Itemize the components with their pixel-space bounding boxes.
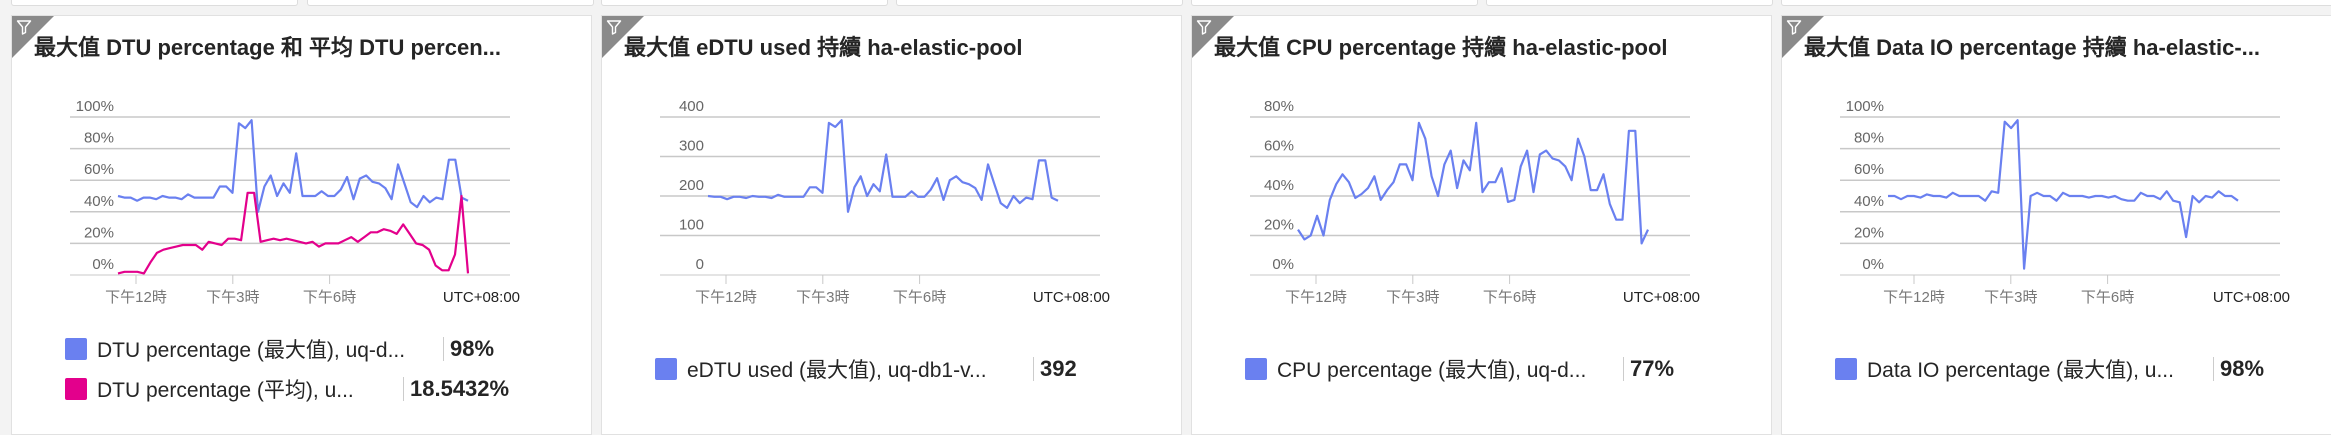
x-tick-label: 下午6時 (893, 289, 946, 306)
x-tick-label: 下午12時 (1883, 289, 1945, 306)
x-tick-label: 下午6時 (2081, 289, 2134, 306)
x-tick-label: 下午3時 (206, 289, 259, 306)
legend-divider (1623, 357, 1624, 381)
legend-item[interactable]: DTU percentage (平均), u... 18.5432% (65, 376, 509, 402)
series-line-0 (1297, 121, 1649, 245)
y-tick-label: 60% (1854, 161, 1884, 178)
legend-divider (443, 337, 444, 361)
x-tick-label: 下午6時 (303, 289, 356, 306)
y-tick-label: 40% (84, 193, 114, 210)
y-tick-label: 20% (1854, 224, 1884, 241)
legend-value: 98% (2220, 356, 2265, 381)
line-chart: 0 100 200 300 400 下午12時 下午3時 下午6時 UTC+08:00 (660, 98, 1110, 306)
timezone-label: UTC+08:00 (443, 289, 520, 306)
legend-item[interactable]: DTU percentage (最大值), uq-d... 98% (65, 336, 494, 362)
y-tick-label: 0% (1862, 256, 1884, 273)
y-tick-label: 200 (679, 177, 704, 194)
y-tick-label: 20% (84, 224, 114, 241)
y-tick-label: 40% (1854, 193, 1884, 210)
legend-value: 18.5432% (410, 376, 510, 401)
legend-swatch (65, 338, 87, 360)
y-tick-label: 60% (84, 161, 114, 178)
legend-divider (403, 377, 404, 401)
y-tick-label: 100% (76, 98, 114, 115)
upper-tile-edge (307, 0, 594, 6)
legend-value: 77% (1630, 356, 1675, 381)
x-tick-label: 下午12時 (695, 289, 757, 306)
chart-tile[interactable]: 最大值 DTU percentage 和 平均 DTU percen... 0% 2… (11, 15, 592, 435)
legend-series-name: eDTU used (最大值), uq-db1-v... (687, 359, 987, 382)
y-tick-label: 100% (1846, 98, 1884, 115)
y-tick-label: 60% (1264, 138, 1294, 155)
y-tick-label: 300 (679, 138, 704, 155)
y-tick-label: 20% (1264, 217, 1294, 234)
upper-tile-edge (1191, 0, 1478, 6)
line-chart: 0% 20% 40% 60% 80% 100% 下午12時 下午3時 下午6時 UTC+08:00 (70, 98, 520, 306)
upper-tile-edge (11, 0, 298, 6)
y-tick-label: 100 (679, 217, 704, 234)
legend-swatch (65, 378, 87, 400)
legend-swatch (1835, 358, 1857, 380)
legend-item[interactable]: Data IO percentage (最大值), u... 98% (1835, 356, 2264, 382)
y-tick-label: 80% (1264, 98, 1294, 115)
line-chart: 0% 20% 40% 60% 80% 下午12時 下午3時 下午6時 UTC+08:00 (1250, 98, 1700, 306)
y-tick-label: 40% (1264, 177, 1294, 194)
legend-series-name: DTU percentage (平均), u... (97, 379, 354, 402)
series-line-0 (707, 119, 1059, 213)
legend-series-name: Data IO percentage (最大值), u... (1867, 359, 2174, 382)
series-line-0 (1888, 119, 2239, 270)
timezone-label: UTC+08:00 (2213, 289, 2290, 306)
y-tick-label: 80% (84, 130, 114, 147)
x-tick-label: 下午3時 (1984, 289, 2037, 306)
legend-value: 98% (450, 336, 495, 361)
upper-tile-edge (1781, 0, 2331, 6)
x-tick-label: 下午6時 (1483, 289, 1536, 306)
legend-divider (2213, 357, 2214, 381)
x-tick-label: 下午12時 (1285, 289, 1347, 306)
legend-swatch (655, 358, 677, 380)
timezone-label: UTC+08:00 (1033, 289, 1110, 306)
y-tick-label: 0% (92, 256, 114, 273)
y-tick-label: 80% (1854, 130, 1884, 147)
legend-item[interactable]: eDTU used (最大值), uq-db1-v... 392 (655, 356, 1077, 382)
timezone-label: UTC+08:00 (1623, 289, 1700, 306)
legend-divider (1033, 357, 1034, 381)
chart-tile[interactable]: 最大值 Data IO percentage 持續 ha-elastic-...… (1781, 15, 2331, 435)
y-tick-label: 400 (679, 98, 704, 115)
y-tick-label: 0% (1272, 256, 1294, 273)
chart-tile[interactable]: 最大值 eDTU used 持續 ha-elastic-pool 0 100 200 3… (601, 15, 1182, 435)
x-tick-label: 下午12時 (105, 289, 167, 306)
y-tick-label: 0 (696, 256, 704, 273)
upper-tile-edge (1486, 0, 1773, 6)
chart-tile[interactable]: 最大值 CPU percentage 持續 ha-elastic-pool 0% 2… (1191, 15, 1772, 435)
series-line-0 (117, 119, 469, 213)
line-chart: 0% 20% 40% 60% 80% 100% 下午12時 下午3時 下午6時 UTC+08:00 (1840, 98, 2290, 306)
x-tick-label: 下午3時 (796, 289, 849, 306)
legend-swatch (1245, 358, 1267, 380)
upper-tile-edge (896, 0, 1183, 6)
legend-value: 392 (1040, 356, 1077, 381)
legend-series-name: CPU percentage (最大值), uq-d... (1277, 359, 1587, 382)
x-tick-label: 下午3時 (1386, 289, 1439, 306)
legend-series-name: DTU percentage (最大值), uq-d... (97, 339, 406, 362)
upper-tile-edge (601, 0, 888, 6)
legend-item[interactable]: CPU percentage (最大值), uq-d... 77% (1245, 356, 1674, 382)
